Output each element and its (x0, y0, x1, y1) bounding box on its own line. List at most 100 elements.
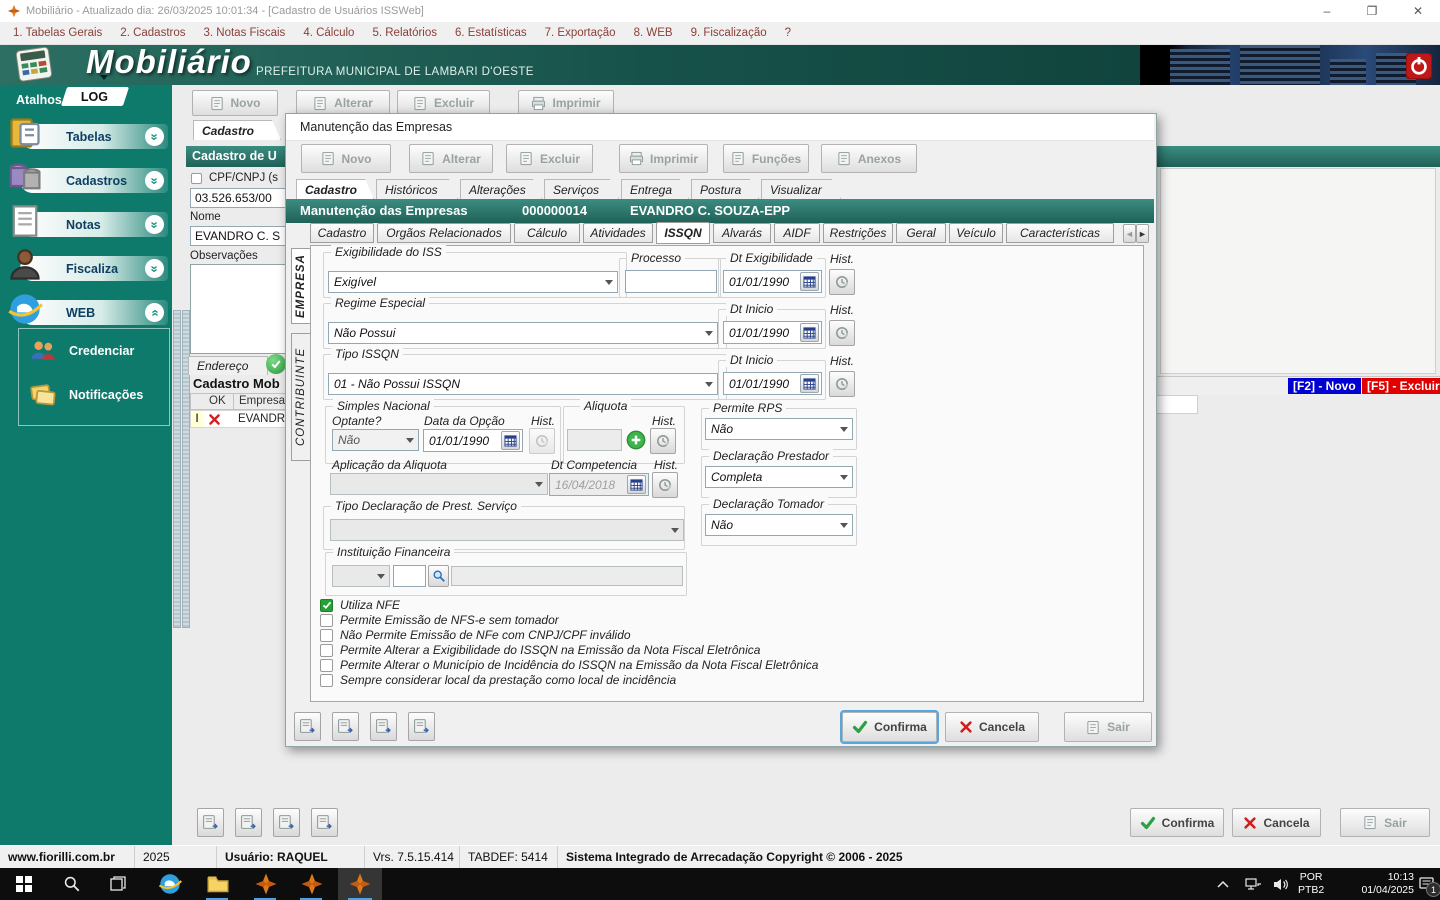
menu-relatorios[interactable]: 5. Relatórios (363, 22, 446, 44)
dialog-nav-next-button[interactable] (370, 712, 397, 741)
tab-inner-caracteristicas[interactable]: Características (1006, 223, 1114, 243)
maximize-button[interactable]: ❐ (1350, 0, 1394, 22)
cpf-field[interactable]: 03.526.653/00 (190, 188, 286, 208)
aliquota-add-button[interactable] (625, 429, 647, 451)
nfe-checkbox-1[interactable]: Permite Emissão de NFS-e sem tomador (320, 613, 559, 627)
sidebar-item-notificacoes[interactable]: Notificações (27, 381, 143, 409)
side-tab-contribuinte[interactable]: CONTRIBUINTE (291, 333, 311, 461)
observacoes-textarea[interactable] (190, 264, 287, 354)
simples-hist-button[interactable] (529, 428, 555, 454)
processo-input[interactable] (625, 270, 717, 293)
tab-historicos[interactable]: Históricos (376, 179, 458, 199)
calendar-icon[interactable] (800, 272, 819, 291)
tab-alteracoes[interactable]: Alterações (460, 179, 542, 199)
volume-icon[interactable] (1266, 868, 1294, 900)
tab-inner-issqn[interactable]: ISSQN (656, 222, 710, 244)
tab-inner-aidf[interactable]: AIDF (774, 223, 820, 243)
tab-inner-calculo[interactable]: Cálculo (514, 223, 580, 243)
menu-cadastros[interactable]: 2. Cadastros (111, 22, 194, 44)
tab-scroll-right-button[interactable]: ► (1136, 224, 1149, 243)
chevron-down-icon[interactable]: » (145, 259, 164, 278)
back-sair-button[interactable]: Sair (1340, 808, 1430, 837)
network-icon[interactable] (1238, 868, 1268, 900)
tipo-issqn-combo[interactable]: 01 - Não Possui ISSQN (328, 373, 718, 395)
menu-estatisticas[interactable]: 6. Estatísticas (446, 22, 536, 44)
back-nav-next-button[interactable] (273, 808, 300, 837)
regime-hist-button[interactable] (829, 320, 855, 346)
tab-inner-atividades[interactable]: Atividades (583, 223, 653, 243)
aliquota-input[interactable] (567, 429, 622, 451)
dialog-imprimir-button[interactable]: Imprimir (619, 144, 708, 173)
dialog-funcoes-button[interactable]: Funções (723, 144, 809, 173)
start-button[interactable] (4, 868, 44, 900)
log-tab[interactable]: LOG (60, 87, 130, 106)
menu-fiscalizacao[interactable]: 9. Fiscalização (682, 22, 776, 44)
declaracao-prestador-combo[interactable]: Completa (705, 466, 853, 488)
inst-financeira-code-input[interactable] (393, 565, 426, 587)
tipo-declaracao-combo[interactable] (330, 519, 684, 541)
calendar-icon[interactable] (501, 431, 520, 450)
back-nav-prev-button[interactable] (235, 808, 262, 837)
dialog-nav-last-button[interactable] (408, 712, 435, 741)
chevron-up-icon[interactable]: » (145, 303, 164, 322)
nfe-checkbox-0[interactable]: Utiliza NFE (320, 598, 400, 612)
tipo-issqn-hist-button[interactable] (829, 371, 855, 397)
menu-exportacao[interactable]: 7. Exportação (536, 22, 625, 44)
dt-competencia-field[interactable]: 16/04/2018 (549, 473, 649, 496)
nfe-checkbox-4[interactable]: Permite Alterar o Município de Incidênci… (320, 658, 818, 672)
optante-combo[interactable]: Não (332, 429, 419, 451)
tab-scroll-left-button[interactable]: ◄ (1123, 224, 1136, 243)
chevron-down-icon[interactable]: » (145, 171, 164, 190)
internet-explorer-taskbar-icon[interactable] (150, 868, 190, 900)
calendar-icon[interactable] (800, 323, 819, 342)
inst-financeira-search-button[interactable] (428, 565, 449, 587)
dt-inicio-regime-field[interactable]: 01/01/1990 (723, 321, 822, 344)
back-tab-cadastro[interactable]: Cadastro (193, 120, 281, 140)
file-explorer-taskbar-icon[interactable] (198, 868, 238, 900)
inst-financeira-combo[interactable] (332, 565, 390, 587)
dt-exigibilidade-field[interactable]: 01/01/1990 (723, 270, 822, 293)
permite-rps-combo[interactable]: Não (705, 418, 853, 440)
back-novo-button[interactable]: Novo (192, 90, 278, 116)
notification-center-icon[interactable]: 1 (1414, 868, 1440, 900)
inst-financeira-name-input[interactable] (451, 566, 683, 586)
tab-servicos[interactable]: Serviços (544, 179, 619, 199)
dialog-excluir-button[interactable]: Excluir (506, 144, 593, 173)
dt-inicio-tipo-field[interactable]: 01/01/1990 (723, 372, 822, 395)
back-confirma-button[interactable]: Confirma (1130, 808, 1224, 837)
dialog-novo-button[interactable]: Novo (301, 144, 391, 173)
nfe-checkbox-5[interactable]: Sempre considerar local da prestação com… (320, 673, 676, 687)
fiorilli-app-active-taskbar-icon[interactable] (338, 868, 382, 900)
fiorilli-app-2-taskbar-icon[interactable] (292, 868, 332, 900)
competencia-hist-button[interactable] (652, 472, 678, 498)
power-button[interactable] (1406, 53, 1432, 79)
endereco-tab[interactable]: Endereço (188, 356, 268, 375)
chevron-down-icon[interactable]: » (145, 215, 164, 234)
nfe-checkbox-3[interactable]: Permite Alterar a Exigibilidade do ISSQN… (320, 643, 760, 657)
close-button[interactable]: ✕ (1396, 0, 1440, 22)
tray-chevron-icon[interactable] (1208, 868, 1238, 900)
menu-tabelas-gerais[interactable]: 1. Tabelas Gerais (4, 22, 111, 44)
tab-inner-orgaos[interactable]: Orgãos Relacionados (377, 223, 511, 243)
menu-web[interactable]: 8. WEB (625, 22, 682, 44)
clock[interactable]: 10:13 01/04/2025 (1336, 871, 1414, 897)
nfe-checkbox-2[interactable]: Não Permite Emissão de NFe com CNPJ/CPF … (320, 628, 631, 642)
chevron-down-icon[interactable]: » (145, 127, 164, 146)
exigibilidade-hist-button[interactable] (829, 269, 855, 295)
sidebar-item-credenciar[interactable]: Credenciar (27, 337, 134, 365)
aplicacao-aliquota-combo[interactable] (330, 473, 548, 495)
regime-especial-combo[interactable]: Não Possui (328, 322, 718, 344)
cpf-checkbox[interactable] (191, 172, 202, 184)
dialog-nav-first-button[interactable] (294, 712, 321, 741)
confirma-button[interactable]: Confirma (840, 710, 939, 744)
back-nav-first-button[interactable] (197, 808, 224, 837)
dialog-nav-prev-button[interactable] (332, 712, 359, 741)
side-tab-empresa[interactable]: EMPRESA (291, 248, 311, 324)
declaracao-tomador-combo[interactable]: Não (705, 514, 853, 536)
nome-field[interactable]: EVANDRO C. S (190, 226, 286, 246)
tab-postura[interactable]: Postura (691, 179, 759, 199)
data-opcao-field[interactable]: 01/01/1990 (423, 429, 523, 452)
language-indicator[interactable]: POR PTB2 (1298, 871, 1324, 897)
back-cancela-button[interactable]: Cancela (1232, 808, 1321, 837)
exigibilidade-combo[interactable]: Exigível (328, 271, 618, 293)
